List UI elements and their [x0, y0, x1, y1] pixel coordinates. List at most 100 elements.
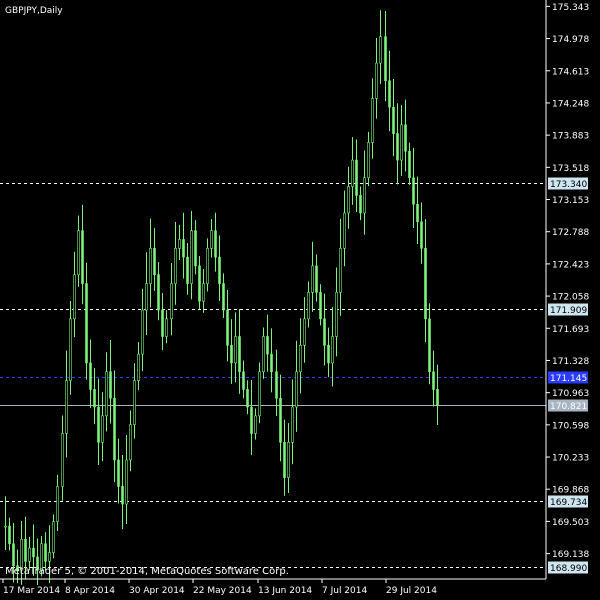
candle-body: [186, 256, 189, 284]
candle-body: [214, 230, 217, 258]
candle-body: [44, 543, 47, 562]
x-tick-label: 17 Mar 2014: [3, 586, 60, 596]
candle-body: [170, 283, 173, 320]
candle-body: [133, 380, 136, 425]
candle-body: [343, 212, 346, 249]
candle-body: [279, 397, 282, 443]
candle-body: [416, 203, 419, 223]
candle-body: [307, 292, 310, 320]
y-tick-label: 169.503: [552, 518, 589, 528]
candle-body: [178, 239, 181, 249]
y-tick-label: 173.883: [552, 132, 589, 142]
candle-body: [436, 389, 439, 406]
candle-body: [432, 371, 435, 390]
candle-body: [125, 459, 128, 505]
candle-body: [165, 318, 168, 337]
candle-body: [234, 336, 237, 364]
candle-body: [12, 543, 15, 567]
y-tick-label: 173.153: [552, 196, 589, 206]
candle-body: [351, 159, 354, 187]
symbol-label: GBPJPY,Daily: [5, 6, 63, 16]
price-level-label: 170.821: [550, 402, 587, 412]
candle-body: [226, 309, 229, 346]
candle-body: [335, 292, 338, 337]
candle-body: [190, 230, 193, 284]
candle-body: [8, 525, 11, 545]
price-level-label: 168.990: [550, 564, 587, 574]
y-tick-label: 175.343: [552, 3, 589, 13]
candle-body: [202, 283, 205, 302]
candle-body: [222, 283, 225, 311]
y-tick-label: 170.598: [552, 421, 589, 431]
y-tick-label: 171.328: [552, 357, 589, 367]
x-tick-label: 22 May 2014: [193, 586, 252, 596]
candle-body: [400, 124, 403, 161]
y-tick-label: 173.518: [552, 164, 589, 174]
candle-body: [363, 177, 366, 214]
candle-body: [113, 397, 116, 461]
candle-body: [77, 230, 80, 276]
candle-body: [65, 380, 68, 434]
candle-body: [230, 344, 233, 364]
copyright-label: MetaTrader 5, © 2001-2014, MetaQuotes So…: [5, 566, 289, 577]
candle-body: [129, 424, 132, 461]
chart-background: [0, 0, 600, 600]
candle-body: [270, 353, 273, 373]
candle-body: [149, 247, 152, 284]
candle-body: [206, 247, 209, 284]
candle-body: [371, 98, 374, 143]
candle-body: [105, 371, 108, 417]
candle-body: [323, 318, 326, 346]
candle-body: [210, 230, 213, 249]
candle-body: [97, 406, 100, 443]
candle-body: [85, 283, 88, 364]
candle-body: [262, 336, 265, 373]
candle-body: [93, 389, 96, 408]
candle-body: [347, 186, 350, 214]
candle-body: [331, 336, 334, 364]
candle-body: [194, 230, 197, 267]
candle-body: [198, 265, 201, 302]
candle-body: [408, 150, 411, 179]
candle-body: [89, 362, 92, 390]
y-tick-label: 174.978: [552, 35, 589, 45]
candle-body: [299, 344, 302, 373]
candle-body: [327, 344, 330, 364]
candle-body: [388, 80, 391, 108]
price-level-label: 169.734: [550, 498, 587, 508]
price-level-label: 173.340: [550, 180, 587, 190]
candle-body: [81, 230, 84, 284]
candle-body: [404, 124, 407, 152]
candle-body: [182, 239, 185, 258]
candle-body: [218, 256, 221, 284]
x-tick-label: 30 Apr 2014: [129, 586, 185, 596]
y-tick-label: 170.963: [552, 389, 589, 399]
candle-body: [161, 309, 164, 337]
candle-body: [428, 318, 431, 373]
x-tick-label: 8 Apr 2014: [65, 586, 115, 596]
candle-body: [4, 525, 7, 528]
x-tick-label: 7 Jul 2014: [322, 586, 367, 596]
price-level-label: 171.909: [550, 306, 587, 316]
candle-body: [109, 371, 112, 399]
candle-body: [359, 195, 362, 214]
candle-body: [254, 415, 257, 434]
candle-body: [242, 371, 245, 390]
y-tick-label: 171.693: [552, 325, 589, 335]
x-tick-label: 29 Jul 2014: [386, 586, 437, 596]
candle-body: [291, 406, 294, 443]
candle-body: [339, 247, 342, 293]
candle-body: [275, 371, 278, 399]
candle-body: [61, 433, 64, 487]
y-tick-label: 174.248: [552, 99, 589, 109]
candle-body: [250, 406, 253, 434]
candle-body: [121, 486, 124, 505]
candle-body: [287, 442, 290, 478]
candle-body: [283, 442, 286, 478]
candle-body: [424, 247, 427, 320]
candle-body: [48, 552, 51, 562]
candle-body: [384, 36, 387, 82]
y-tick-label: 172.788: [552, 228, 589, 238]
candle-body: [52, 521, 55, 553]
candle-body: [303, 318, 306, 346]
